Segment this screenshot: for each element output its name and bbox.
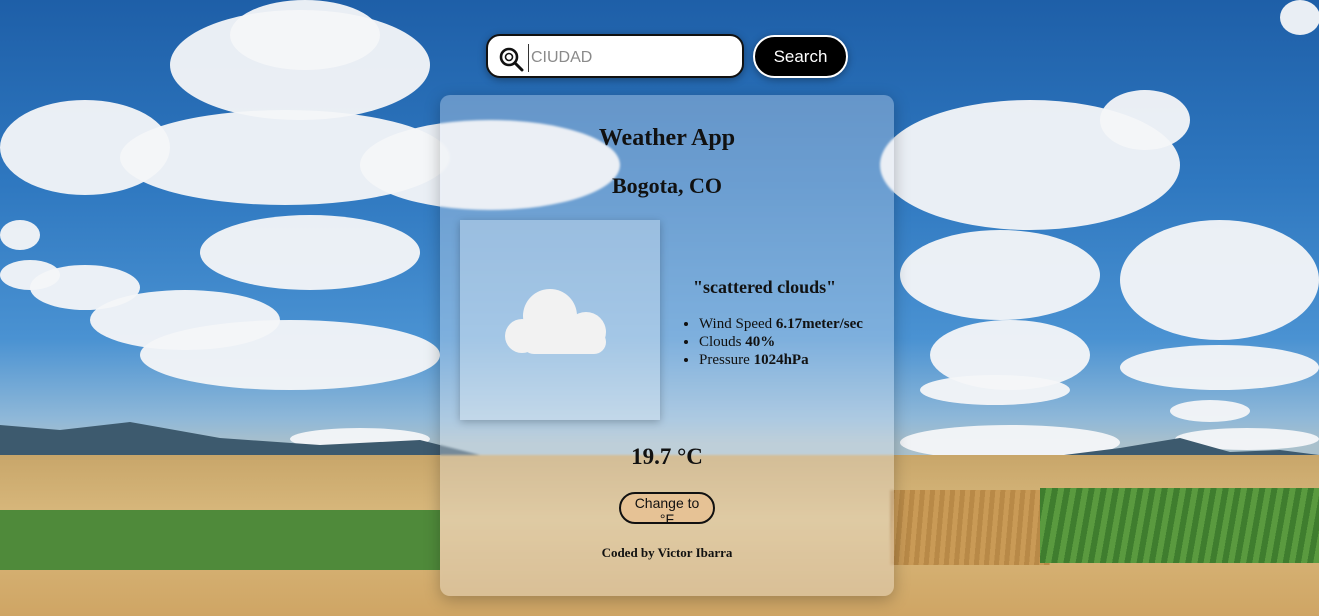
cloud-icon xyxy=(505,289,606,354)
weather-details-list: Wind Speed 6.17meter/sec Clouds 40% Pres… xyxy=(681,315,863,369)
weather-card: Weather App Bogota, CO "scattered clouds… xyxy=(440,95,894,596)
weather-icon-panel xyxy=(460,220,660,420)
search-box[interactable] xyxy=(486,34,744,78)
app-title: Weather App xyxy=(598,125,736,151)
search-icon[interactable] xyxy=(498,46,524,72)
unit-toggle-button[interactable]: Change to °F xyxy=(619,492,715,527)
weather-description: "scattered clouds" xyxy=(693,277,837,297)
clouds-item: Clouds 40% xyxy=(699,333,863,351)
city-name: Bogota, CO xyxy=(612,173,722,198)
search-input[interactable] xyxy=(528,44,733,72)
search-button[interactable]: Search xyxy=(753,35,848,78)
temperature-readout: 19.7 °C xyxy=(631,444,703,469)
credit-text: Coded by Victor Ibarra xyxy=(601,545,733,560)
wind-speed-item: Wind Speed 6.17meter/sec xyxy=(699,315,863,333)
pressure-item: Pressure 1024hPa xyxy=(699,351,863,369)
